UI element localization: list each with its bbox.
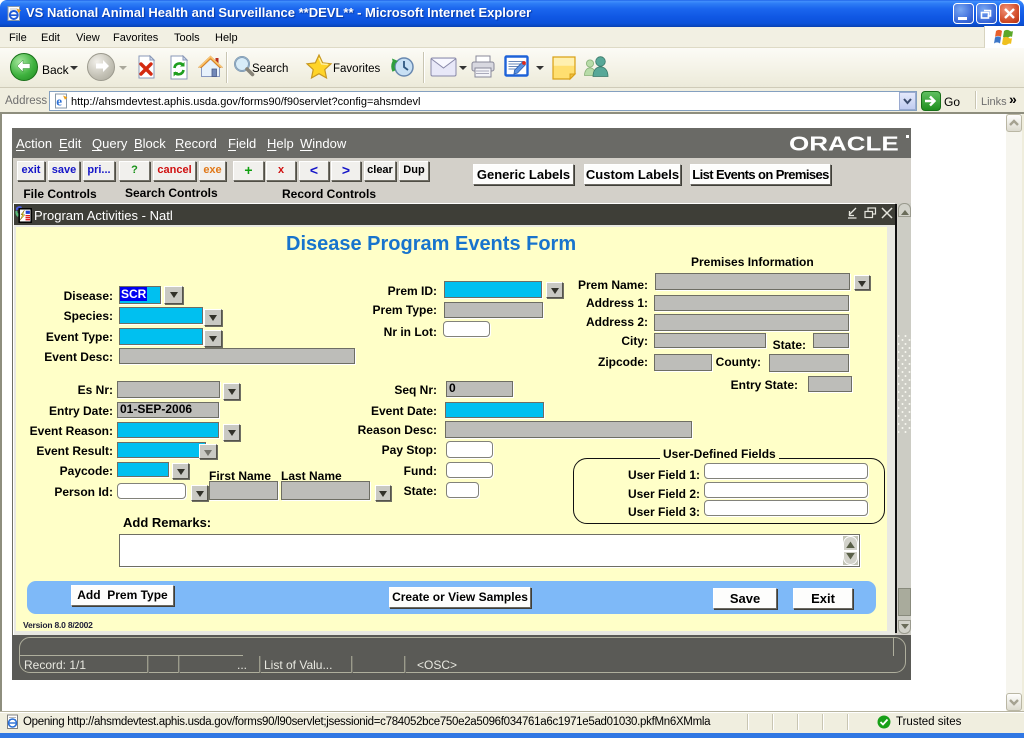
svg-text:ORACLE: ORACLE xyxy=(789,133,899,155)
svg-text:e: e xyxy=(56,94,62,109)
